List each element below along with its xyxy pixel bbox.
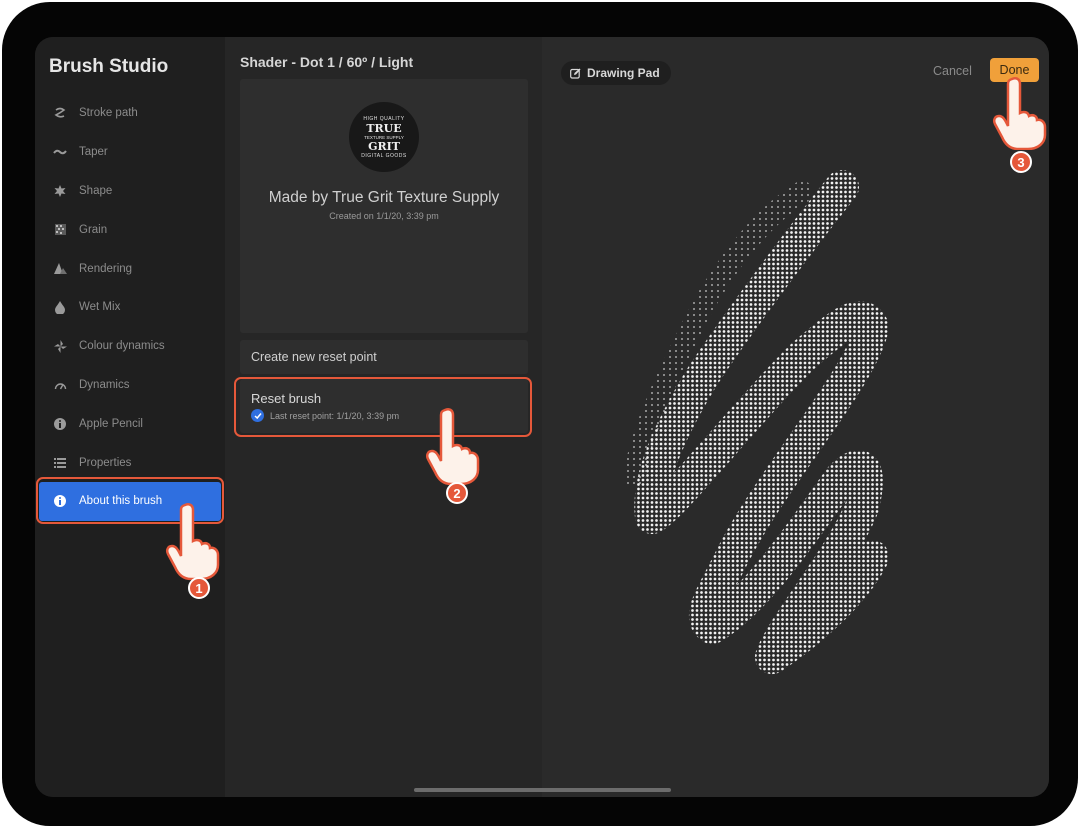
sidebar-item-label: Stroke path — [79, 107, 138, 120]
sidebar-item-shape[interactable]: Shape — [35, 172, 225, 211]
screen: Brush Studio Stroke path Taper Shape Gra… — [35, 37, 1049, 797]
sidebar-item-rendering[interactable]: Rendering — [35, 249, 225, 288]
create-reset-point-button[interactable]: Create new reset point — [240, 340, 528, 374]
sidebar-item-wet-mix[interactable]: Wet Mix — [35, 288, 225, 327]
rendering-icon — [53, 262, 67, 276]
wet-mix-icon — [53, 300, 67, 314]
sidebar-item-label: Apple Pencil — [79, 417, 143, 430]
tap-hand-icon-2 — [425, 407, 480, 486]
sidebar-item-label: Properties — [79, 456, 132, 469]
sidebar-item-colour-dynamics[interactable]: Colour dynamics — [35, 327, 225, 366]
logo-text-grit: GRIT — [368, 139, 400, 153]
home-indicator — [414, 788, 671, 792]
app-title: Brush Studio — [49, 56, 169, 77]
sidebar-item-label: Shape — [79, 184, 113, 197]
sidebar: Brush Studio Stroke path Taper Shape Gra… — [35, 37, 225, 797]
colour-dynamics-icon — [53, 339, 67, 353]
step-badge-1: 1 — [188, 577, 210, 599]
dynamics-icon — [53, 378, 67, 392]
logo-text-bottom: DIGITAL GOODS — [361, 152, 407, 159]
sidebar-nav: Stroke path Taper Shape Grain Rendering … — [35, 94, 225, 521]
sidebar-item-label: Rendering — [79, 262, 133, 275]
ipad-frame: Brush Studio Stroke path Taper Shape Gra… — [2, 2, 1078, 826]
sidebar-item-apple-pencil[interactable]: Apple Pencil — [35, 404, 225, 443]
brush-name: Shader - Dot 1 / 60º / Light — [240, 54, 414, 70]
tap-hand-icon-3 — [992, 76, 1047, 150]
drawing-pad[interactable]: Drawing Pad Cancel Done 3 — [542, 37, 1049, 797]
sidebar-item-label: Wet Mix — [79, 301, 121, 314]
logo-text-true: TRUE — [366, 121, 402, 135]
sidebar-item-stroke-path[interactable]: Stroke path — [35, 94, 225, 133]
shape-icon — [53, 184, 67, 198]
sidebar-item-taper[interactable]: Taper — [35, 133, 225, 172]
sidebar-item-label: Colour dynamics — [79, 340, 165, 353]
sidebar-item-label: Dynamics — [79, 378, 130, 391]
properties-icon — [53, 456, 67, 470]
grain-icon — [53, 223, 67, 237]
step-badge-3: 3 — [1010, 151, 1032, 173]
true-grit-logo: HIGH QUALITY TRUE TEXTURE SUPPLY GRIT DI… — [349, 102, 419, 172]
step-badge-2: 2 — [446, 482, 468, 504]
made-by-text: Made by True Grit Texture Supply — [268, 189, 500, 206]
sidebar-item-grain[interactable]: Grain — [35, 210, 225, 249]
brush-stroke-preview — [623, 170, 889, 674]
apple-pencil-icon — [53, 417, 67, 431]
stroke-path-icon — [53, 106, 67, 120]
sidebar-item-label: Grain — [79, 223, 108, 236]
tap-hand-icon-1 — [165, 502, 220, 581]
highlight-reset-brush — [234, 377, 532, 437]
sidebar-item-dynamics[interactable]: Dynamics — [35, 366, 225, 405]
created-date-text: Created on 1/1/20, 3:39 pm — [329, 211, 439, 221]
about-panel: Shader - Dot 1 / 60º / Light HIGH QUALIT… — [225, 37, 542, 797]
sidebar-item-label: Taper — [79, 146, 108, 159]
taper-icon — [53, 145, 67, 159]
brush-author-card: HIGH QUALITY TRUE TEXTURE SUPPLY GRIT DI… — [240, 79, 528, 333]
